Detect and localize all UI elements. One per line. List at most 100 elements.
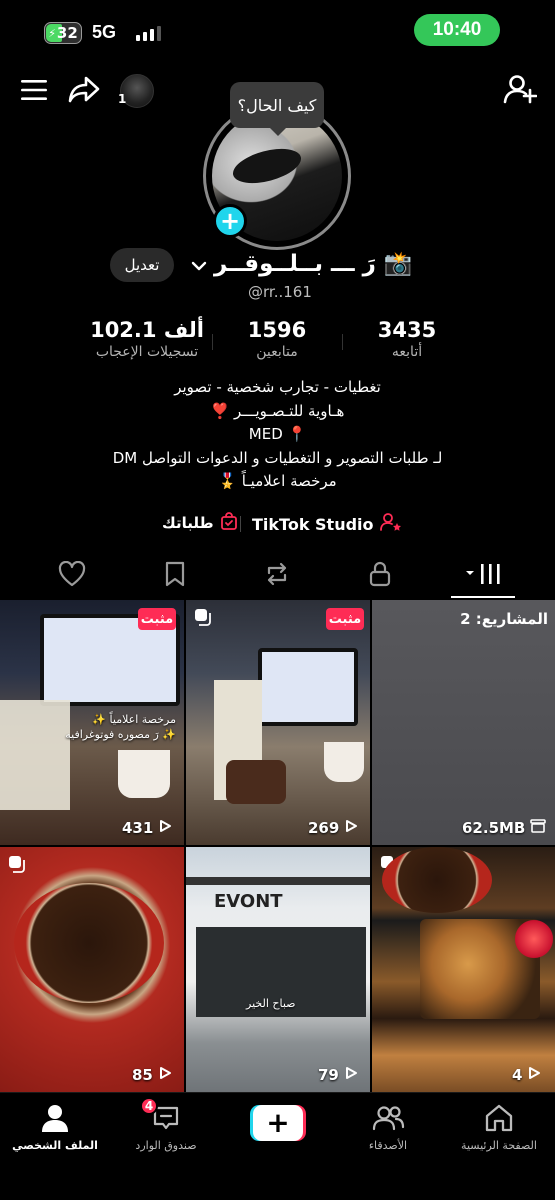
thumbnail-sign: EVONT (214, 891, 283, 912)
network-type: 5G (92, 22, 117, 42)
nav-friends-label: الأصدقاء (368, 1139, 408, 1152)
nav-inbox-label: صندوق الوارد (135, 1139, 197, 1152)
orders-label: طلباتك (162, 514, 214, 532)
stat-following[interactable]: 3435 أتابعه (342, 318, 472, 360)
status-note-bubble[interactable]: كيف الحال؟ (230, 82, 324, 136)
tab-favorites[interactable] (157, 560, 193, 592)
story-count: 1 (118, 92, 127, 106)
inbox-badge: 4 (140, 1097, 158, 1115)
create-button[interactable]: + (250, 1105, 306, 1141)
status-bar: ⚡ 32 5G 10:40 (0, 0, 555, 62)
play-count: 79 (318, 1066, 358, 1084)
signal-icon (136, 26, 161, 41)
content-tabs (0, 556, 555, 600)
divider (240, 516, 241, 532)
battery-bolt-icon: ⚡ (48, 26, 56, 40)
lock-icon (369, 561, 391, 591)
drafts-count: المشاريع: 2 (460, 610, 548, 628)
stat-value: 3435 (377, 318, 437, 342)
play-count: 431 (122, 819, 172, 837)
active-tab-indicator (451, 596, 515, 598)
friends-icon (371, 1101, 405, 1135)
bio-line: هـاوية للتـصـويـــر ❣️ (210, 401, 345, 420)
thumbnail-cup (118, 750, 170, 798)
pinned-badge: مثبت (138, 608, 176, 630)
thumbnail-caption: مرخصة اعلامياً ✨ ✨ رَ مصوره فوتوغرافيه (65, 713, 176, 741)
thumbnail-caption: صباح الخير (246, 997, 296, 1010)
nav-home[interactable]: الصفحة الرئيسية (444, 1101, 554, 1152)
bio-line: لـ طلبات التصوير و التغطيات و الدعوات ال… (112, 448, 443, 467)
profile-stats: 3435 أتابعه 1596 متابعين 102.1 ألف تسجيل… (0, 318, 555, 368)
video-thumbnail[interactable]: EVONT صباح الخير 79 (186, 847, 370, 1092)
bio-line: MED 📍 (248, 425, 307, 443)
tab-videos[interactable] (465, 560, 505, 592)
add-photo-icon[interactable]: + (213, 204, 247, 238)
play-icon (158, 1066, 172, 1084)
creator-icon (379, 512, 402, 536)
thumbnail-coffee (382, 847, 492, 913)
share-icon[interactable] (68, 76, 100, 104)
nav-inbox[interactable]: صندوق الوارد (111, 1101, 221, 1152)
play-icon (344, 1066, 358, 1084)
orders-link[interactable]: طلباتك (162, 512, 238, 534)
stat-likes[interactable]: 102.1 ألف تسجيلات الإعجاب (82, 318, 212, 360)
nav-profile-label: الملف الشخصي (12, 1139, 98, 1152)
photo-carousel-icon (8, 855, 26, 873)
chevron-down-icon (190, 255, 208, 273)
divider (212, 334, 213, 350)
drafts-thumbnail[interactable]: المشاريع: 2 62.5MB (372, 600, 555, 845)
profile-bio: تغطيات - تجارب شخصية - تصوير هـاوية للتـ… (0, 376, 555, 494)
video-thumbnail[interactable]: مرخصة اعلامياً ✨ ✨ رَ مصوره فوتوغرافيه م… (0, 600, 184, 845)
stat-label: أتابعه (391, 344, 423, 360)
pinned-badge: مثبت (326, 608, 364, 630)
tiktok-studio-link[interactable]: TikTok Studio (252, 512, 402, 536)
play-count-value: 431 (122, 819, 154, 837)
username: @rr..161 (248, 283, 312, 301)
bookmark-icon (164, 561, 186, 591)
tab-reposts[interactable] (259, 560, 295, 592)
drafts-size: 62.5MB (462, 819, 547, 837)
stat-followers[interactable]: 1596 متابعين (212, 318, 342, 360)
play-count-value: 269 (308, 819, 340, 837)
thumbnail-cake (226, 760, 286, 804)
heart-icon (58, 560, 86, 591)
play-count: 4 (512, 1066, 541, 1084)
clock: 10:40 (414, 14, 500, 46)
photo-carousel-icon (194, 608, 212, 626)
play-icon (527, 1066, 541, 1084)
drafts-size-value: 62.5MB (462, 819, 526, 837)
tab-liked[interactable] (54, 560, 90, 592)
play-count: 269 (308, 819, 358, 837)
nav-profile[interactable]: الملف الشخصي (0, 1101, 110, 1152)
display-name: رَ ـــ بــلــوقــر 📸 (214, 251, 413, 277)
nav-friends[interactable]: الأصدقاء (333, 1101, 443, 1152)
video-thumbnail[interactable]: 85 (0, 847, 184, 1092)
play-icon (158, 819, 172, 837)
video-grid: مرخصة اعلامياً ✨ ✨ رَ مصوره فوتوغرافيه م… (0, 600, 555, 1092)
stat-label: متابعين (256, 344, 298, 360)
thumbnail-screen (258, 648, 358, 726)
play-count-value: 85 (132, 1066, 153, 1084)
tab-private[interactable] (362, 560, 398, 592)
videos-grid-icon (465, 562, 505, 590)
storage-icon (530, 819, 547, 837)
video-thumbnail[interactable]: 4 (372, 847, 555, 1092)
display-name-row[interactable]: رَ ـــ بــلــوقــر 📸 (190, 250, 412, 277)
bio-line: تغطيات - تجارب شخصية - تصوير (174, 378, 381, 396)
plus-icon: + (253, 1105, 303, 1141)
video-thumbnail[interactable]: مثبت 269 (186, 600, 370, 845)
thumbnail-cup (324, 742, 364, 782)
menu-icon[interactable] (20, 76, 48, 104)
shopping-bag-icon (220, 512, 238, 534)
edit-profile-button[interactable]: تعديل (110, 248, 174, 282)
bio-line: مرخصة اعلاميـاً 🎖️ (218, 472, 337, 490)
add-friend-icon[interactable] (503, 74, 538, 104)
bottom-nav: الصفحة الرئيسية الأصدقاء + صندوق الوارد … (0, 1092, 555, 1200)
stat-value: 1596 (247, 318, 307, 342)
play-count: 85 (132, 1066, 172, 1084)
play-icon (344, 819, 358, 837)
profile-icon (38, 1101, 72, 1135)
studio-label: TikTok Studio (252, 514, 374, 534)
battery-indicator: ⚡ 32 (44, 22, 82, 44)
divider (342, 334, 343, 350)
